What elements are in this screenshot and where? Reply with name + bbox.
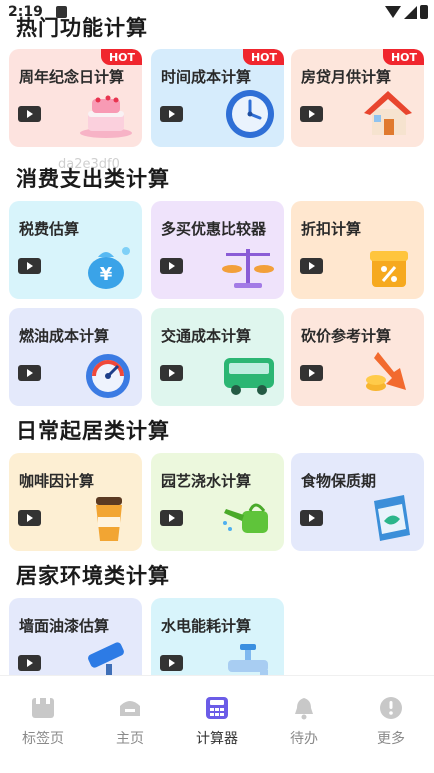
card-title: 水电能耗计算 [161, 617, 252, 635]
card-transport-cost[interactable]: 交通成本计算 [151, 308, 284, 406]
nav-label: 待办 [290, 731, 318, 747]
status-icons [385, 5, 428, 19]
clock-icon [226, 90, 274, 138]
cake-icon [80, 95, 132, 138]
card-title: 多买优惠比较器 [161, 220, 267, 238]
bottom-nav: 标签页 主页 计算器 待办 更多 [0, 675, 434, 773]
coffee-cup-icon [96, 497, 122, 541]
arrow-icon [300, 365, 323, 381]
arrow-icon [300, 258, 323, 274]
card-title: 燃油成本计算 [19, 327, 110, 345]
arrow-icon [160, 365, 183, 381]
arrow-icon [18, 365, 41, 381]
card-title: 交通成本计算 [161, 327, 252, 345]
card-caffeine[interactable]: 咖啡因计算 [9, 453, 142, 551]
section-title-hot: 热门功能计算 [16, 16, 148, 40]
home-icon [117, 696, 143, 720]
card-title: 房贷月供计算 [301, 68, 392, 86]
card-garden-watering[interactable]: 园艺浇水计算 [151, 453, 284, 551]
signal-icon [404, 5, 417, 19]
house-icon [364, 91, 412, 135]
nav-tabs[interactable]: 标签页 [13, 696, 73, 748]
card-food-shelf-life[interactable]: 食物保质期 [291, 453, 424, 551]
card-title: 食物保质期 [301, 472, 377, 490]
nav-label: 计算器 [196, 731, 238, 747]
card-title: 墙面油漆估算 [19, 617, 110, 635]
arrow-icon [160, 106, 183, 122]
nav-label: 更多 [377, 731, 405, 747]
svg-text:¥: ¥ [100, 264, 113, 285]
card-title: 时间成本计算 [161, 68, 252, 86]
card-tax-estimate[interactable]: 税费估算 ¥ [9, 201, 142, 299]
bus-icon [224, 358, 274, 395]
nav-todo[interactable]: 待办 [274, 696, 334, 748]
food-bag-icon [374, 495, 410, 541]
money-bag-icon: ¥ [88, 247, 130, 289]
watering-can-icon [223, 503, 268, 533]
card-title: 园艺浇水计算 [161, 472, 252, 490]
arrow-icon [18, 510, 41, 526]
nav-calculator[interactable]: 计算器 [187, 696, 247, 748]
calculator-icon [204, 696, 230, 720]
arrow-icon [300, 106, 323, 122]
hot-badge: HOT [382, 49, 424, 65]
arrow-icon [18, 106, 41, 122]
arrow-icon [160, 655, 183, 671]
scale-icon [222, 249, 274, 288]
section-title-daily: 日常起居类计算 [16, 419, 170, 443]
bell-icon [291, 696, 317, 720]
battery-icon [420, 5, 428, 19]
arrow-icon [18, 258, 41, 274]
arrow-icon [300, 510, 323, 526]
card-title: 周年纪念日计算 [19, 68, 125, 86]
coins-down-arrow-icon [366, 352, 406, 391]
nav-more[interactable]: 更多 [361, 696, 421, 748]
card-anniversary[interactable]: HOT 周年纪念日计算 [9, 49, 142, 147]
card-title: 税费估算 [19, 220, 80, 238]
card-fuel-cost[interactable]: 燃油成本计算 [9, 308, 142, 406]
card-title: 折扣计算 [301, 220, 362, 238]
card-bargain-reference[interactable]: 砍价参考计算 [291, 308, 424, 406]
card-multi-buy-compare[interactable]: 多买优惠比较器 [151, 201, 284, 299]
wifi-icon [385, 6, 401, 18]
hot-badge: HOT [242, 49, 284, 65]
tabs-icon [30, 696, 56, 720]
card-title: 咖啡因计算 [19, 472, 95, 490]
nav-label: 主页 [116, 731, 144, 747]
card-title: 砍价参考计算 [301, 327, 392, 345]
arrow-icon [18, 655, 41, 671]
card-mortgage[interactable]: HOT 房贷月供计算 [291, 49, 424, 147]
hot-badge: HOT [100, 49, 142, 65]
discount-box-icon [370, 251, 408, 287]
fuel-gauge-icon [86, 354, 130, 398]
more-icon [378, 696, 404, 720]
card-time-cost[interactable]: HOT 时间成本计算 [151, 49, 284, 147]
nav-label: 标签页 [22, 731, 64, 747]
arrow-icon [160, 510, 183, 526]
arrow-icon [160, 258, 183, 274]
nav-home[interactable]: 主页 [100, 696, 160, 748]
section-title-spending: 消费支出类计算 [16, 167, 170, 191]
section-title-home: 居家环境类计算 [16, 564, 170, 588]
card-discount[interactable]: 折扣计算 [291, 201, 424, 299]
